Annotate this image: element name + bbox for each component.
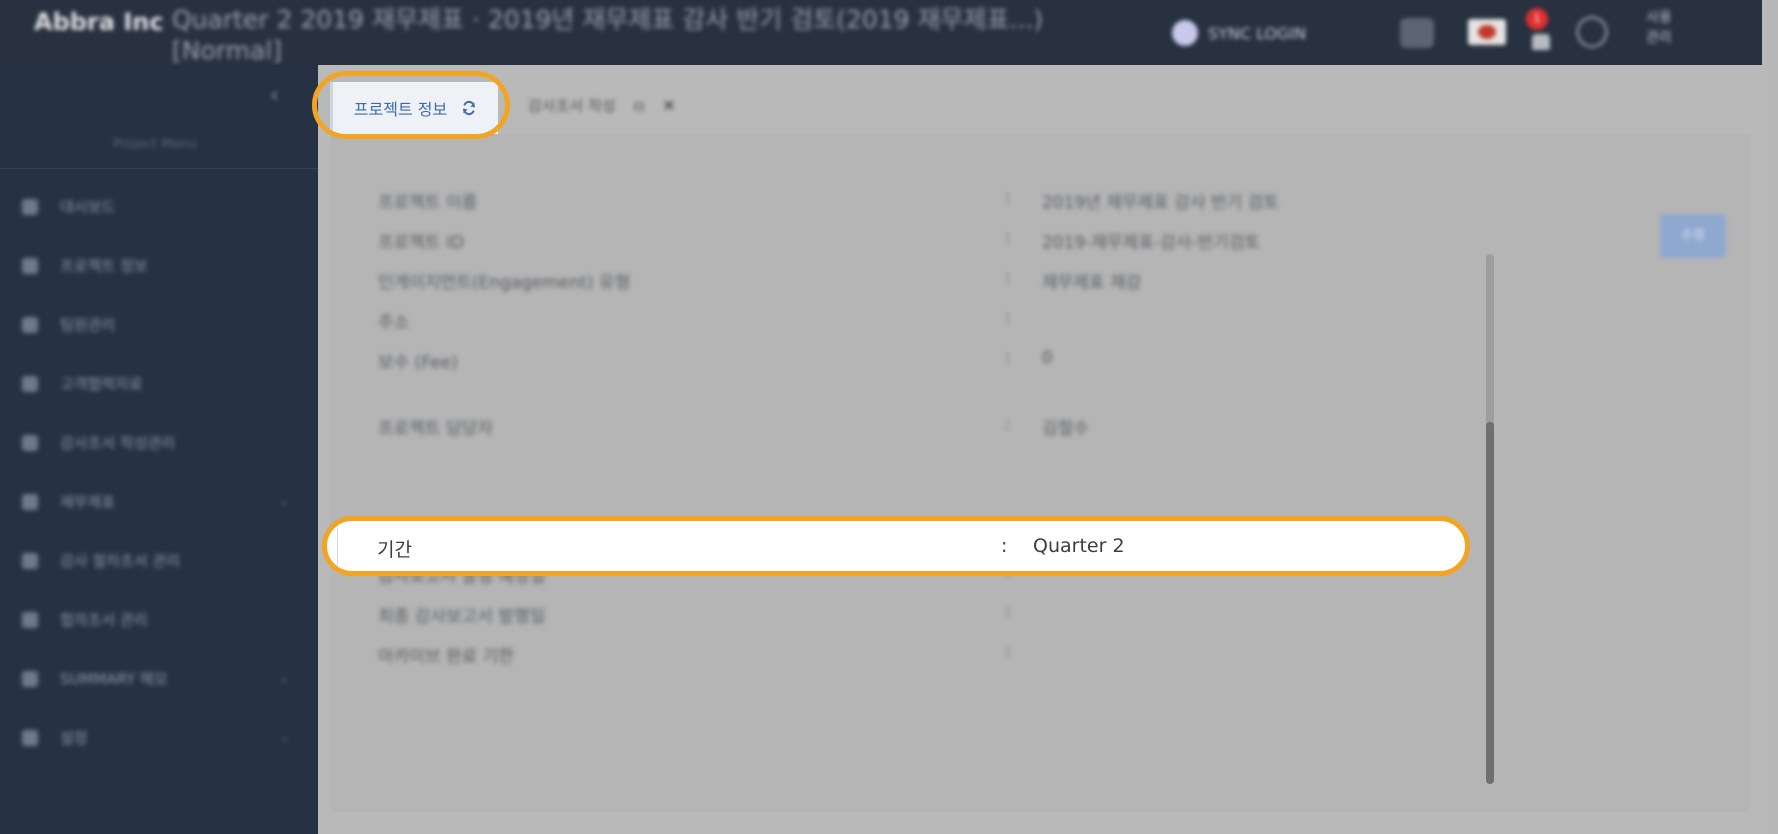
sync-icon [1172, 20, 1198, 46]
checklist-icon [22, 552, 38, 569]
sidebar-item[interactable]: SUMMARY 메모 ⌄ [0, 649, 318, 708]
user-menu[interactable]: 사용 관리 [1646, 8, 1672, 48]
sidebar-item[interactable]: 협의조서 관리 [0, 590, 318, 649]
info-row: 최종 감사보고서 발행일: [330, 594, 1470, 634]
info-row: 아카이브 완료 기한: [330, 634, 1470, 674]
sidebar-item-label: 고객협력자료 [60, 375, 143, 393]
info-row: 프로젝트 이름: 2019년 재무제표 감사 반기 검토 [330, 180, 1470, 220]
comment-icon [22, 611, 38, 628]
info-row: 보수 (Fee): 0 [330, 340, 1470, 380]
notification-badge: 1 [1526, 8, 1548, 30]
user-role: 관리 [1646, 30, 1672, 46]
row-edge [337, 525, 338, 567]
sidebar: ‹ Project Menu 대시보드프로젝트 정보팀원관리고객협력자료감사조서… [0, 65, 318, 834]
chevron-down-icon: ⌄ [279, 671, 290, 686]
sidebar-item-label: 팀원관리 [60, 316, 116, 334]
scrollbar-thumb[interactable] [1486, 422, 1494, 784]
tab-bar: 프로젝트 정보 감사조서 작성 ⧉ ✕ [318, 65, 1762, 134]
info-row: 프로젝트 담당자: 김철수 [330, 406, 1470, 446]
chevron-down-icon: ⌄ [279, 730, 290, 745]
info-row-value: 2019-재무제표-감사-반기검토 [1042, 233, 1261, 253]
sidebar-item[interactable]: 프로젝트 정보 [0, 236, 318, 295]
brand-logo: Abbra Inc [34, 8, 164, 36]
sidebar-collapse-icon[interactable]: ‹ [270, 83, 296, 109]
project-menu-title: Project Menu [112, 137, 198, 152]
info-row-label: 프로젝트 담당자 [378, 419, 493, 439]
info-row-colon: : [1005, 308, 1011, 328]
sidebar-item-label: 재무제표 [60, 493, 116, 511]
sidebar-item[interactable]: 감사조서 작성관리 [0, 413, 318, 472]
open-external-icon[interactable]: ⧉ [634, 97, 645, 115]
project-info-panel: 수정 프로젝트 이름: 2019년 재무제표 감사 반기 검토프로젝트 ID: 20… [330, 134, 1750, 812]
power-icon[interactable] [1576, 16, 1608, 48]
download-icon[interactable] [1400, 18, 1434, 48]
info-row-label: 아카이브 완료 기한 [378, 647, 514, 667]
gear-icon [22, 729, 38, 746]
sidebar-item-label: 감사 절차조서 관리 [60, 552, 180, 570]
memo-icon [22, 670, 38, 687]
info-icon [22, 257, 38, 274]
info-row-value: 김철수 [1042, 419, 1089, 439]
info-row-label: 최종 감사보고서 발행일 [378, 607, 546, 627]
info-row-colon: : [1005, 228, 1011, 248]
project-title: Quarter 2 2019 재무제표 · 2019년 재무제표 감사 반기 검… [172, 5, 1044, 65]
sidebar-item[interactable]: 감사 절차조서 관리 [0, 531, 318, 590]
tab-audit-working-paper-label: 감사조서 작성 [528, 97, 616, 115]
info-row-colon: : [1005, 602, 1011, 622]
info-row-label: 주소 [378, 313, 410, 333]
bell-icon [1532, 34, 1550, 50]
user-name: 사용 [1646, 10, 1672, 26]
sidebar-item-label: 설정 [60, 729, 88, 747]
info-row: 주소: [330, 300, 1470, 340]
highlight-tab-ring [312, 71, 510, 139]
sidebar-item-label: 감사조서 작성관리 [60, 434, 176, 452]
info-row-label: 인게이지먼트(Engagement) 유형 [378, 273, 631, 293]
info-row-colon: : [1005, 268, 1011, 288]
info-row-value: 0 [1042, 348, 1053, 368]
sidebar-menu: 대시보드프로젝트 정보팀원관리고객협력자료감사조서 작성관리재무제표 ⌄ 감사 절차… [0, 177, 318, 767]
top-bar: Abbra Inc Quarter 2 2019 재무제표 · 2019년 재무… [0, 0, 1762, 65]
info-row-value: 재무제표 재감 [1042, 273, 1142, 293]
document-icon [22, 434, 38, 451]
sidebar-item[interactable]: 대시보드 [0, 177, 318, 236]
sidebar-item-label: SUMMARY 메모 [60, 670, 168, 688]
info-row-colon: : [1005, 348, 1011, 368]
info-row: 프로젝트 ID: 2019-재무제표-감사-반기검토 [330, 220, 1470, 260]
info-row-colon: : [1005, 642, 1011, 662]
info-row-colon: : [1005, 188, 1011, 208]
info-row-label: 보수 (Fee) [378, 353, 458, 373]
period-row-highlight: 기간 : Quarter 2 [322, 516, 1470, 576]
sync-login-button[interactable]: SYNC LOGIN [1172, 20, 1306, 46]
vertical-scrollbar[interactable] [1486, 254, 1494, 784]
sidebar-item[interactable]: 재무제표 ⌄ [0, 472, 318, 531]
info-row-label: 프로젝트 ID [378, 233, 465, 253]
info-row: 인게이지먼트(Engagement) 유형: 재무제표 재감 [330, 260, 1470, 300]
main-content: 프로젝트 정보 감사조서 작성 ⧉ ✕ 수정 프로젝트 이름: 2019년 재무제… [318, 65, 1762, 834]
info-row-colon: : [1005, 414, 1011, 434]
sidebar-item-label: 대시보드 [60, 198, 116, 216]
language-flag-icon[interactable] [1468, 19, 1506, 45]
tab-audit-working-paper[interactable]: 감사조서 작성 ⧉ ✕ [528, 95, 676, 116]
chart-icon [22, 493, 38, 510]
edit-button[interactable]: 수정 [1660, 214, 1726, 258]
sidebar-item-label: 협의조서 관리 [60, 611, 148, 629]
sidebar-item[interactable]: 팀원관리 [0, 295, 318, 354]
sidebar-divider [0, 168, 318, 169]
info-row-value: 2019년 재무제표 감사 반기 검토 [1042, 193, 1279, 213]
sidebar-item[interactable]: 고객협력자료 [0, 354, 318, 413]
chevron-down-icon: ⌄ [279, 494, 290, 509]
period-label: 기간 [377, 539, 412, 561]
sync-label: SYNC LOGIN [1208, 23, 1307, 43]
notification-button[interactable]: 1 [1526, 8, 1550, 50]
team-icon [22, 316, 38, 333]
folder-icon [22, 375, 38, 392]
period-colon: : [1001, 535, 1008, 557]
info-row-label: 프로젝트 이름 [378, 193, 478, 213]
sidebar-item-label: 프로젝트 정보 [60, 257, 148, 275]
period-value: Quarter 2 [1033, 535, 1125, 557]
home-icon [22, 198, 38, 215]
close-icon[interactable]: ✕ [662, 96, 675, 115]
sidebar-item[interactable]: 설정 ⌄ [0, 708, 318, 767]
